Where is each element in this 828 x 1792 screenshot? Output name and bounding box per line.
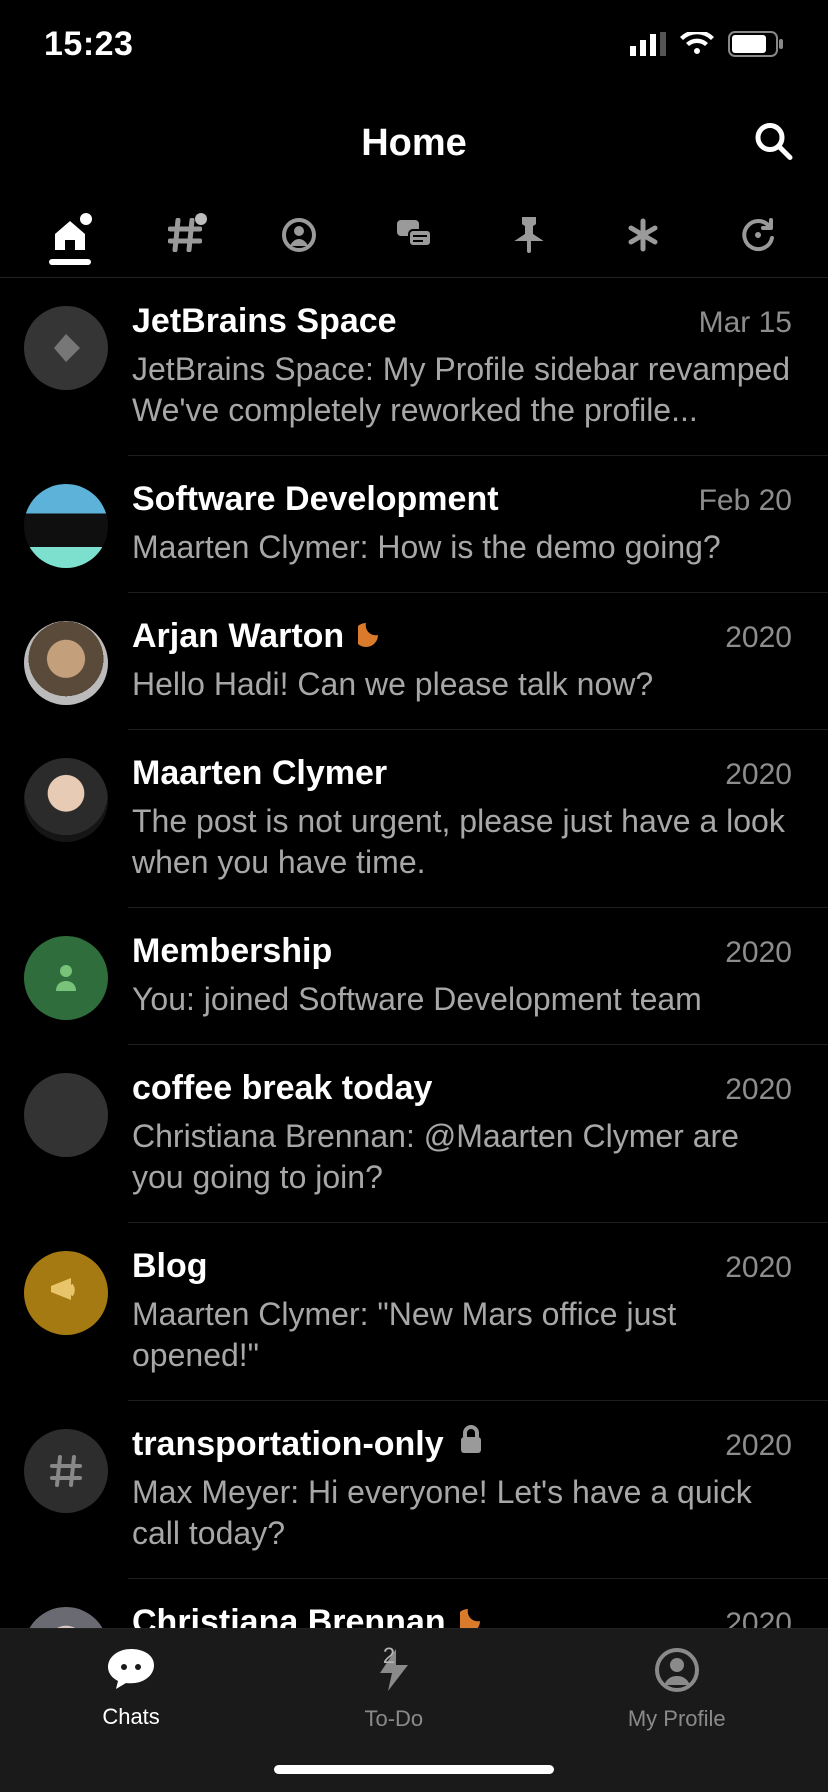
- battery-icon: [728, 31, 784, 57]
- wifi-icon: [680, 32, 714, 56]
- lock-icon: [458, 1425, 484, 1460]
- chat-name: coffee break today: [132, 1069, 432, 1108]
- chat-time: 2020: [725, 621, 792, 655]
- chat-time: 2020: [725, 758, 792, 792]
- avatar: [24, 1073, 108, 1157]
- chat-row-arjan[interactable]: Arjan Warton 2020 Hello Hadi! Can we ple…: [0, 593, 828, 729]
- page-title: Home: [361, 122, 467, 165]
- chat-name: JetBrains Space: [132, 302, 397, 341]
- chat-preview: The post is not urgent, please just have…: [132, 801, 792, 883]
- moon-icon: [460, 1605, 488, 1628]
- chat-row-transport[interactable]: transportation-only 2020 Max Meyer: Hi e…: [0, 1401, 828, 1578]
- tab-badge: 2: [383, 1643, 395, 1669]
- home-indicator: [274, 1765, 554, 1774]
- chat-content: transportation-only 2020 Max Meyer: Hi e…: [132, 1425, 792, 1554]
- chat-row-membership[interactable]: Membership 2020 You: joined Software Dev…: [0, 908, 828, 1044]
- avatar: [24, 306, 108, 390]
- chat-preview: JetBrains Space: My Profile sidebar reva…: [132, 349, 792, 431]
- tab-bar: Chats 2 To-Do My Profile: [0, 1628, 828, 1792]
- avatar: [24, 758, 108, 842]
- chat-name: Software Development: [132, 480, 499, 519]
- refresh-icon: [741, 218, 775, 257]
- chat-time: 2020: [725, 1073, 792, 1107]
- chat-time: Mar 15: [699, 306, 792, 340]
- channels-filter[interactable]: [159, 212, 211, 264]
- profile-icon: [654, 1647, 700, 1698]
- starred-filter[interactable]: [617, 212, 669, 264]
- chat-time: Feb 20: [699, 484, 792, 518]
- chat-content: Software Development Feb 20 Maarten Clym…: [132, 480, 792, 568]
- chat-preview: Maarten Clymer: "New Mars office just op…: [132, 1294, 792, 1376]
- chat-content: Christiana Brennan 2020 Hi Hadi, how are…: [132, 1603, 792, 1628]
- chat-name: Blog: [132, 1247, 208, 1286]
- pin-icon: [514, 217, 544, 258]
- search-icon: [752, 149, 794, 166]
- tab-chats[interactable]: Chats: [102, 1647, 159, 1730]
- search-button[interactable]: [752, 120, 794, 167]
- chat-content: Blog 2020 Maarten Clymer: "New Mars offi…: [132, 1247, 792, 1376]
- status-bar: 15:23: [0, 0, 828, 88]
- avatar: [24, 1607, 108, 1628]
- chat-content: Arjan Warton 2020 Hello Hadi! Can we ple…: [132, 617, 792, 705]
- chat-content: coffee break today 2020 Christiana Brenn…: [132, 1069, 792, 1198]
- status-indicators: [630, 31, 784, 57]
- status-time: 15:23: [44, 25, 133, 64]
- tab-label: My Profile: [628, 1706, 726, 1732]
- asterisk-icon: [626, 218, 660, 257]
- chat-content: JetBrains Space Mar 15 JetBrains Space: …: [132, 302, 792, 431]
- chat-preview: Hello Hadi! Can we please talk now?: [132, 664, 792, 705]
- recent-filter[interactable]: [732, 212, 784, 264]
- chat-name: Christiana Brennan: [132, 1603, 446, 1628]
- tab-profile[interactable]: My Profile: [628, 1647, 726, 1732]
- avatar: [24, 936, 108, 1020]
- chat-preview: Christiana Brennan: @Maarten Clymer are …: [132, 1116, 792, 1198]
- chat-row-chris[interactable]: Christiana Brennan 2020 Hi Hadi, how are…: [0, 1579, 828, 1628]
- pins-filter[interactable]: [503, 212, 555, 264]
- people-filter[interactable]: [273, 212, 325, 264]
- chat-row-coffee[interactable]: coffee break today 2020 Christiana Brenn…: [0, 1045, 828, 1222]
- chat-row-jetbrains[interactable]: JetBrains Space Mar 15 JetBrains Space: …: [0, 278, 828, 455]
- filter-strip: [0, 198, 828, 278]
- threads-icon: [395, 218, 433, 257]
- tab-label: Chats: [102, 1704, 159, 1730]
- avatar: [24, 1251, 108, 1335]
- notification-dot: [195, 213, 207, 225]
- moon-icon: [358, 619, 386, 652]
- avatar: [24, 1429, 108, 1513]
- tab-label: To-Do: [364, 1706, 423, 1732]
- avatar: [24, 484, 108, 568]
- header: Home: [0, 88, 828, 198]
- chat-row-maarten[interactable]: Maarten Clymer 2020 The post is not urge…: [0, 730, 828, 907]
- chat-name: Maarten Clymer: [132, 754, 387, 793]
- chats-icon: [106, 1647, 156, 1696]
- chat-time: 2020: [725, 936, 792, 970]
- chat-name: transportation-only: [132, 1425, 444, 1464]
- threads-filter[interactable]: [388, 212, 440, 264]
- person-icon: [282, 218, 316, 257]
- chat-name: Membership: [132, 932, 332, 971]
- chat-name: Arjan Warton: [132, 617, 344, 656]
- chat-time: 2020: [725, 1251, 792, 1285]
- active-indicator: [49, 259, 91, 265]
- cellular-icon: [630, 32, 666, 56]
- home-filter[interactable]: [44, 212, 96, 264]
- chat-time: 2020: [725, 1607, 792, 1628]
- chat-preview: Max Meyer: Hi everyone! Let's have a qui…: [132, 1472, 792, 1554]
- chat-row-blog[interactable]: Blog 2020 Maarten Clymer: "New Mars offi…: [0, 1223, 828, 1400]
- chat-preview: Maarten Clymer: How is the demo going?: [132, 527, 792, 568]
- notification-dot: [80, 213, 92, 225]
- chat-preview: You: joined Software Development team: [132, 979, 792, 1020]
- chat-content: Membership 2020 You: joined Software Dev…: [132, 932, 792, 1020]
- chat-row-softdev[interactable]: Software Development Feb 20 Maarten Clym…: [0, 456, 828, 592]
- chat-list[interactable]: JetBrains Space Mar 15 JetBrains Space: …: [0, 278, 828, 1628]
- avatar: [24, 621, 108, 705]
- chat-content: Maarten Clymer 2020 The post is not urge…: [132, 754, 792, 883]
- tab-todo[interactable]: 2 To-Do: [364, 1647, 423, 1732]
- chat-time: 2020: [725, 1429, 792, 1463]
